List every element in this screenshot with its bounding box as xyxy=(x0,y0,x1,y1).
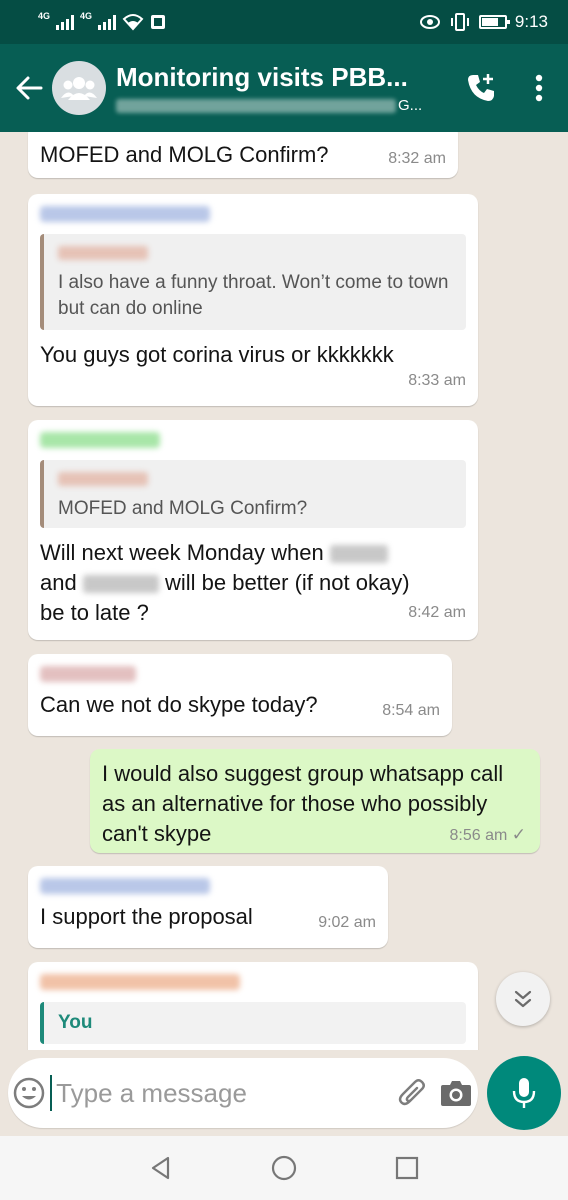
nav-recents-button[interactable] xyxy=(382,1143,432,1193)
status-bar-right: 9:13 xyxy=(419,12,548,32)
message-text: You guys got corina virus or kkkkkkk xyxy=(40,342,394,367)
chat-title-area[interactable]: Monitoring visits PBB... G... xyxy=(116,62,452,114)
add-call-button[interactable] xyxy=(452,44,510,132)
group-avatar[interactable] xyxy=(52,61,106,115)
sender-name xyxy=(40,666,136,682)
quoted-author xyxy=(58,472,148,486)
redacted-participants xyxy=(116,98,396,113)
attach-icon xyxy=(398,1079,425,1106)
chat-header: Monitoring visits PBB... G... xyxy=(0,44,568,132)
message-text-line: Will next week Monday when xyxy=(40,540,324,565)
double-chevron-down-icon xyxy=(514,990,532,1008)
scroll-down-button[interactable] xyxy=(496,972,550,1026)
chat-subtitle: G... xyxy=(116,97,452,114)
message-bubble-outgoing[interactable]: I would also suggest group whatsapp call… xyxy=(90,749,540,853)
sent-check-icon: ✓ xyxy=(511,825,526,844)
message-time: 8:42 am xyxy=(408,604,466,621)
message-text: MOFED and MOLG Confirm? xyxy=(40,142,329,167)
more-options-button[interactable] xyxy=(510,44,568,132)
vibrate-icon xyxy=(450,13,469,31)
back-button[interactable] xyxy=(6,44,52,132)
message-time: 9:02 am xyxy=(318,914,376,931)
quoted-text: I also have a funny throat. Won’t come t… xyxy=(58,272,449,319)
eye-icon xyxy=(419,15,440,29)
back-triangle-icon xyxy=(152,1156,170,1180)
status-bar-left: 4G 4G xyxy=(38,11,166,31)
sender-name xyxy=(40,878,210,894)
sender-name xyxy=(40,206,210,222)
back-arrow-icon xyxy=(16,76,43,100)
message-text-line: will be better (if not okay) xyxy=(164,570,410,595)
redacted-name xyxy=(329,545,388,564)
quoted-author: You xyxy=(58,1012,93,1033)
message-bubble[interactable]: I support the proposal 9:02 am xyxy=(28,866,388,948)
redacted-name xyxy=(82,575,159,594)
quoted-author xyxy=(58,246,148,260)
quoted-text: MOFED and MOLG Confirm? xyxy=(58,498,308,519)
network-type-1: 4G xyxy=(38,11,51,21)
message-bubble[interactable]: You xyxy=(28,962,478,1050)
message-time: 8:56 am xyxy=(449,827,508,844)
quoted-message[interactable]: I also have a funny throat. Won’t come t… xyxy=(40,234,466,330)
message-time: 8:54 am xyxy=(382,702,440,719)
home-circle-icon xyxy=(271,1155,297,1181)
network-type-2: 4G xyxy=(80,11,93,21)
message-bubble[interactable]: Can we not do skype today? 8:54 am xyxy=(28,654,452,736)
message-bubble[interactable]: I also have a funny throat. Won’t come t… xyxy=(28,194,478,406)
message-composer xyxy=(8,1058,478,1128)
message-bubble[interactable]: MOFED and MOLG Confirm? Will next week M… xyxy=(28,420,478,640)
status-bar: 4G 4G 9:13 xyxy=(0,0,568,44)
message-text: Will next week Monday when and will be b… xyxy=(40,538,466,628)
quoted-message[interactable]: MOFED and MOLG Confirm? xyxy=(40,460,466,528)
message-input[interactable] xyxy=(50,1075,392,1111)
chat-subtitle-end: G... xyxy=(398,97,423,114)
sender-name xyxy=(40,432,160,448)
chat-title: Monitoring visits PBB... xyxy=(116,62,408,92)
recents-square-icon xyxy=(395,1156,418,1180)
message-bubble[interactable]: MOFED and MOLG Confirm? 8:32 am xyxy=(28,132,458,178)
nav-home-button[interactable] xyxy=(259,1143,309,1193)
add-call-icon xyxy=(468,74,494,101)
mic-icon xyxy=(512,1078,536,1108)
more-vertical-icon xyxy=(535,74,543,102)
attach-button[interactable] xyxy=(391,1058,434,1128)
sender-name xyxy=(40,974,240,990)
emoji-button[interactable] xyxy=(8,1058,50,1128)
camera-button[interactable] xyxy=(435,1058,478,1128)
wifi-icon xyxy=(122,14,144,31)
message-text: Can we not do skype today? xyxy=(40,692,318,717)
signal-icon xyxy=(56,14,75,30)
message-text-line: and xyxy=(40,570,77,595)
clock: 9:13 xyxy=(514,12,548,31)
nav-back-button[interactable] xyxy=(136,1143,186,1193)
system-navigation-bar xyxy=(0,1136,568,1200)
camera-icon xyxy=(441,1081,472,1106)
signal-icon-2 xyxy=(98,14,117,30)
quoted-message[interactable]: You xyxy=(40,1002,466,1044)
message-text-line: be to late ? xyxy=(40,600,149,625)
voice-record-button[interactable] xyxy=(487,1056,561,1130)
chat-area[interactable]: MOFED and MOLG Confirm? 8:32 am I also h… xyxy=(0,132,568,1050)
group-avatar-icon xyxy=(61,77,97,100)
battery-icon xyxy=(478,15,510,29)
emoji-icon xyxy=(13,1077,45,1109)
message-text: I support the proposal xyxy=(40,904,253,929)
notification-icon xyxy=(151,15,166,29)
message-time: 8:33 am xyxy=(408,372,466,389)
message-time: 8:32 am xyxy=(388,150,446,167)
